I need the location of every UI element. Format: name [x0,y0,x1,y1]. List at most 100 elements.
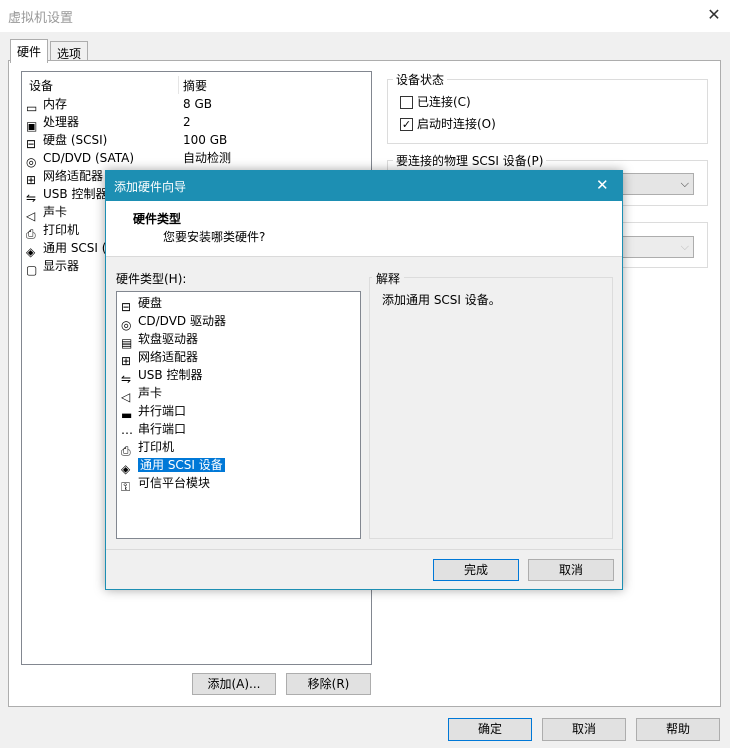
checkbox-box[interactable] [400,96,413,109]
usb-icon: ⇋ [26,190,37,205]
hardware-type-item[interactable]: ⚿ 可信平台模块 [121,474,211,494]
device-name: 打印机 [43,223,80,237]
scsi-icon: ◈ [121,461,131,476]
harddisk-icon: ⊟ [26,136,37,151]
column-divider [178,76,179,94]
chevron-down-icon: ⌵ [680,177,689,190]
hardware-type-item[interactable]: ⊞ 网络适配器 [121,348,199,368]
device-row[interactable]: ▢ 显示器 [26,257,80,277]
device-row[interactable]: ⇋ USB 控制器 [26,185,108,205]
device-row[interactable]: ◈ 通用 SCSI ( [26,239,107,259]
column-header-device[interactable]: 设备 [29,77,53,95]
explanation-group [369,277,613,539]
device-name: 处理器 [43,115,80,129]
serial-port-icon: ⋯ [121,425,133,440]
physical-scsi-select[interactable]: ⌵ [620,173,694,195]
title-bar: 虚拟机设置 ✕ [0,0,730,32]
hardware-type-item[interactable]: ⊟ 硬盘 [121,294,163,314]
tab-hardware[interactable]: 硬件 [10,39,49,63]
cd-dvd-icon: ◎ [26,154,37,169]
device-row[interactable]: ⊟ 硬盘 (SCSI) [26,131,108,151]
cpu-icon: ▣ [26,118,38,133]
help-button[interactable]: 帮助 [636,718,720,741]
hardware-type-label: USB 控制器 [138,368,203,382]
hardware-type-item[interactable]: ◈ 通用 SCSI 设备 [121,456,225,476]
device-row[interactable]: ▭ 内存 [26,95,68,115]
check-icon[interactable]: ✓ [400,118,413,131]
hardware-type-item[interactable]: ⋯ 串行端口 [121,420,187,440]
printer-icon: ⎙ [121,443,131,458]
wizard-title: 添加硬件向导 [114,180,187,194]
hardware-type-item[interactable]: ◁ 声卡 [121,384,163,404]
cancel-button[interactable]: 取消 [542,718,626,741]
add-button[interactable]: 添加(A)... [192,673,276,695]
device-summary: 100 GB [183,133,228,147]
usb-icon: ⇋ [121,371,132,386]
window-title: 虚拟机设置 [8,11,74,26]
cd-dvd-icon: ◎ [121,317,132,332]
tpm-icon: ⚿ [121,479,131,494]
device-row[interactable]: ◁ 声卡 [26,203,68,223]
hardware-type-label: CD/DVD 驱动器 [138,314,226,328]
parallel-port-icon: ▬ [121,407,133,422]
explanation-text: 添加通用 SCSI 设备。 [382,293,501,307]
wizard-cancel-button[interactable]: 取消 [528,559,614,581]
device-name: 显示器 [43,259,80,273]
network-adapter-icon: ⊞ [26,172,37,187]
hardware-type-item[interactable]: ▤ 软盘驱动器 [121,330,199,350]
device-summary: 8 GB [183,97,212,111]
device-name: 网络适配器 [43,169,104,183]
close-icon[interactable]: ✕ [596,176,609,194]
disabled-select: ⌵ [620,236,694,258]
device-name: 声卡 [43,205,68,219]
connect-at-power-on-label: 启动时连接(O) [417,117,496,131]
harddisk-icon: ⊟ [121,299,132,314]
chevron-down-icon: ⌵ [680,240,689,253]
hardware-type-label: 串行端口 [138,422,187,436]
device-row[interactable]: ◎ CD/DVD (SATA) [26,149,134,169]
device-row[interactable]: ▣ 处理器 [26,113,80,133]
network-adapter-icon: ⊞ [121,353,132,368]
sound-icon: ◁ [121,389,131,404]
column-header-summary[interactable]: 摘要 [183,77,207,95]
scsi-icon: ◈ [26,244,36,259]
wizard-heading: 硬件类型 [133,212,182,226]
wizard-title-bar: 添加硬件向导 ✕ [106,171,622,201]
hardware-type-label: 通用 SCSI 设备 [138,458,225,472]
close-icon[interactable]: ✕ [704,5,724,25]
display-icon: ▢ [26,262,38,277]
remove-button[interactable]: 移除(R) [286,673,371,695]
wizard-subheading: 您要安装哪类硬件? [163,230,266,244]
hardware-type-label: 硬盘 [138,296,163,310]
connect-at-power-on-checkbox[interactable]: ✓ 启动时连接(O) [400,115,496,132]
connected-label: 已连接(C) [417,95,471,109]
device-name: 通用 SCSI ( [43,241,107,255]
physical-scsi-title: 要连接的物理 SCSI 设备(P) [393,152,547,169]
hardware-type-label: 可信平台模块 [138,476,211,490]
hardware-type-label: 硬件类型(H): [116,272,187,286]
hardware-type-label: 声卡 [138,386,163,400]
ok-button[interactable]: 确定 [448,718,532,741]
hardware-type-label: 软盘驱动器 [138,332,199,346]
divider [106,549,622,550]
hardware-type-list[interactable]: ⊟ 硬盘 ◎ CD/DVD 驱动器 ▤ 软盘驱动器 ⊞ 网络适配器 ⇋ USB 控制器 ◁ 声卡 ▬ 并行… [116,291,361,539]
hardware-type-label: 打印机 [138,440,175,454]
hardware-type-label: 网络适配器 [138,350,199,364]
memory-icon: ▭ [26,100,38,115]
hardware-type-label: 并行端口 [138,404,187,418]
device-name: USB 控制器 [43,187,108,201]
finish-button[interactable]: 完成 [433,559,519,581]
device-row[interactable]: ⊞ 网络适配器 [26,167,104,187]
device-status-title: 设备状态 [393,71,448,88]
hardware-type-item[interactable]: ⇋ USB 控制器 [121,366,203,386]
device-summary: 自动检测 [183,151,232,165]
hardware-type-item[interactable]: ▬ 并行端口 [121,402,187,422]
hardware-type-item[interactable]: ⎙ 打印机 [121,438,175,458]
connected-checkbox[interactable]: 已连接(C) [400,93,471,110]
printer-icon: ⎙ [26,226,36,241]
device-name: 硬盘 (SCSI) [43,133,108,147]
device-name: 内存 [43,97,68,111]
floppy-icon: ▤ [121,335,133,350]
device-row[interactable]: ⎙ 打印机 [26,221,80,241]
hardware-type-item[interactable]: ◎ CD/DVD 驱动器 [121,312,226,332]
